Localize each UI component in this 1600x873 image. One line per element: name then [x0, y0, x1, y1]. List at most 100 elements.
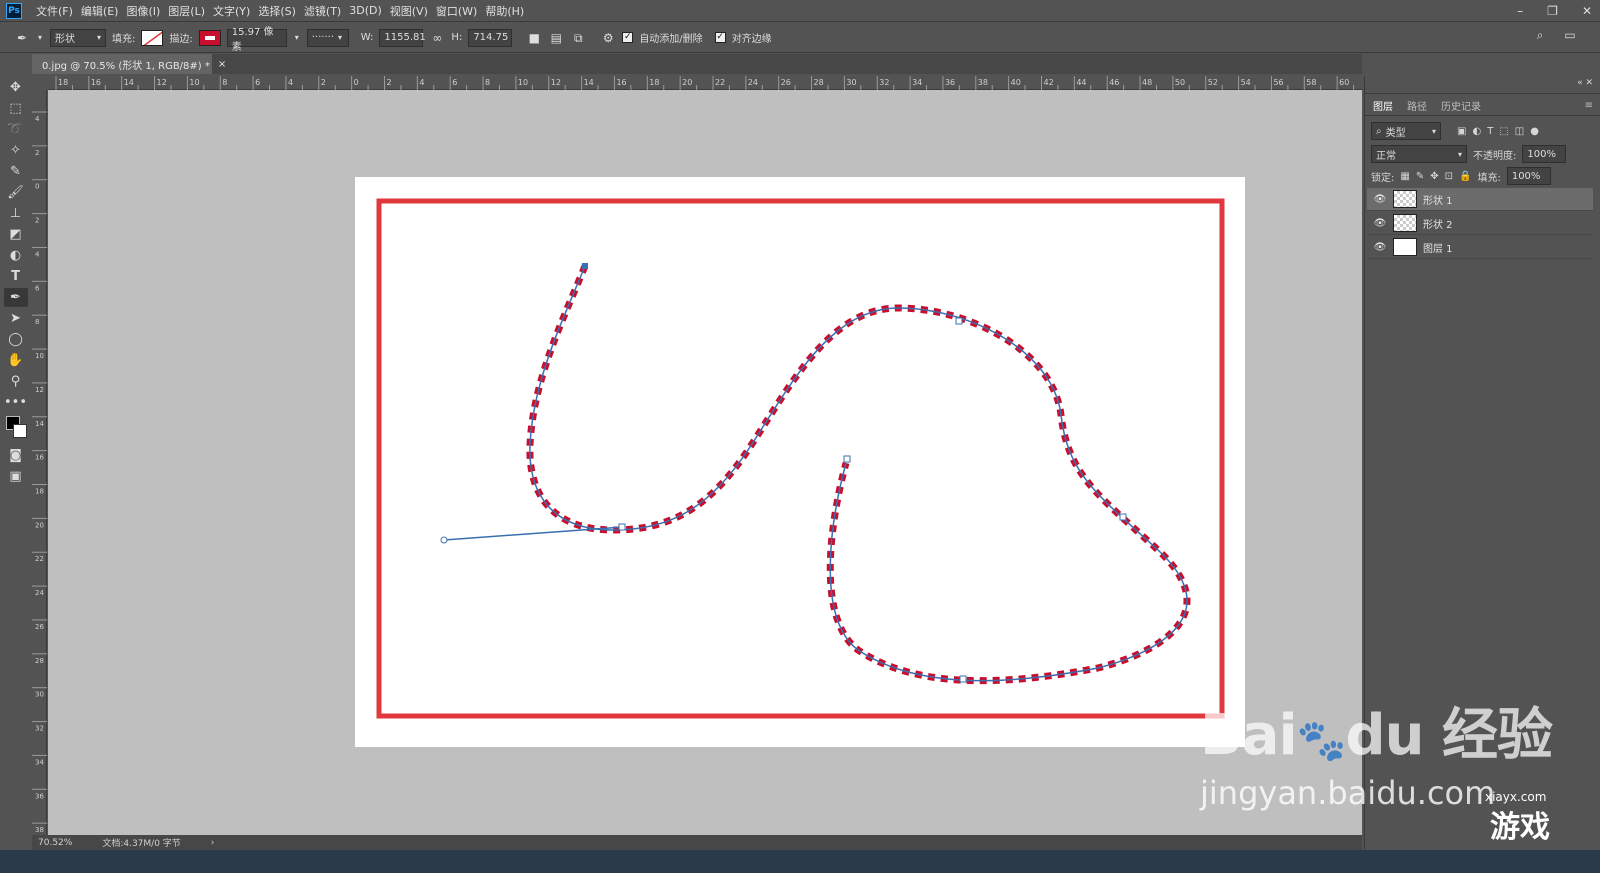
horizontal-ruler[interactable]: 18 16 14 12 10 8 6 4 2 0 2 4 6 8 10 12 14 16 18 20 22 24 26 28 3… — [48, 76, 1362, 90]
path-selection-tool-icon[interactable]: ➤ — [4, 309, 28, 328]
menu-edit[interactable]: 编辑(E) — [81, 3, 127, 19]
lock-artboard-icon[interactable]: ⊡ — [1445, 171, 1453, 182]
zoom-tool-icon[interactable]: ⚲ — [4, 372, 28, 391]
path-arrangement-icon[interactable]: ⧉ — [570, 30, 586, 46]
eraser-tool-icon[interactable]: ◩ — [4, 225, 28, 244]
path-alignment-icon[interactable]: ▤ — [548, 30, 564, 46]
more-tools-icon[interactable]: ••• — [4, 393, 28, 412]
ruler-label: 2 — [35, 217, 39, 225]
anchor-point[interactable] — [618, 523, 626, 531]
panel-menu-icon[interactable]: ≡ — [1585, 100, 1593, 111]
filter-adjustment-icon[interactable]: ◐ — [1472, 126, 1481, 137]
fill-swatch[interactable] — [141, 29, 164, 46]
gear-icon[interactable]: ⚙ — [600, 30, 616, 46]
menu-3d[interactable]: 3D(D) — [349, 4, 390, 17]
filter-type-icon[interactable]: T — [1487, 126, 1493, 137]
workspace-icon[interactable]: ▭ — [1562, 27, 1578, 43]
menu-layer[interactable]: 图层(L) — [168, 3, 213, 19]
search-icon[interactable]: ⌕ — [1532, 27, 1548, 43]
filter-pixel-icon[interactable]: ▣ — [1457, 126, 1466, 137]
tab-paths[interactable]: 路径 — [1407, 98, 1427, 113]
height-field[interactable]: 714.75 — [468, 28, 513, 47]
restore-icon[interactable]: ❐ — [1547, 4, 1558, 18]
filter-toggle-icon[interactable]: ● — [1530, 126, 1539, 137]
close-icon[interactable]: ✕ — [1582, 4, 1592, 18]
anchor-point[interactable] — [959, 675, 967, 683]
ruler-label: 38 — [978, 78, 988, 87]
vertical-ruler[interactable]: 4 2 0 2 4 6 8 10 12 14 16 18 20 22 24 26 28 30 32 34 36 38 — [32, 90, 47, 835]
anchor-point[interactable] — [843, 455, 851, 463]
layer-row[interactable]: 👁 形状 2 — [1367, 212, 1593, 235]
eye-icon[interactable]: 👁 — [1373, 218, 1387, 229]
ruler-label: 44 — [1076, 78, 1086, 87]
marquee-tool-icon[interactable]: ⬚ — [4, 99, 28, 118]
color-swatches[interactable] — [4, 414, 28, 444]
lasso-tool-icon[interactable]: ➰ — [4, 120, 28, 139]
pen-tool-icon[interactable]: ✒ — [3, 288, 28, 307]
tab-layers[interactable]: 图层 — [1373, 98, 1393, 113]
menu-view[interactable]: 视图(V) — [390, 3, 436, 19]
fill-field[interactable]: 100% — [1506, 167, 1551, 185]
menu-file[interactable]: 文件(F) — [36, 3, 81, 19]
stamp-tool-icon[interactable]: ⊥ — [4, 204, 28, 223]
ellipse-tool-icon[interactable]: ◯ — [4, 330, 28, 349]
eye-icon[interactable]: 👁 — [1373, 242, 1387, 253]
blend-row: 正常 ▾ 不透明度: 100% — [1367, 144, 1599, 164]
anchor-point[interactable] — [955, 317, 963, 325]
chevron-down-icon[interactable]: ▾ — [36, 30, 44, 46]
direction-handle-point[interactable] — [440, 536, 448, 544]
ruler-label: 20 — [35, 521, 44, 529]
collapse-panel-icon[interactable]: « ✕ — [1577, 78, 1593, 88]
type-tool-icon[interactable]: T — [4, 267, 28, 286]
align-edges-checkbox[interactable]: ✓ — [714, 32, 726, 43]
move-tool-icon[interactable]: ✥ — [4, 78, 28, 97]
screen-mode-icon[interactable]: ▣ — [4, 467, 28, 486]
chevron-right-icon[interactable]: › — [211, 838, 215, 848]
layer-row[interactable]: 👁 图层 1 — [1367, 236, 1593, 259]
canvas-area[interactable] — [48, 90, 1362, 835]
lock-all-icon[interactable]: 🔒 — [1459, 171, 1471, 182]
auto-add-checkbox[interactable]: ✓ — [622, 32, 634, 43]
blend-mode-select[interactable]: 正常 ▾ — [1371, 145, 1467, 163]
hand-tool-icon[interactable]: ✋ — [4, 351, 28, 370]
opacity-field[interactable]: 100% — [1522, 145, 1567, 163]
magic-wand-tool-icon[interactable]: ✧ — [4, 141, 28, 160]
chevron-down-icon[interactable]: ▾ — [293, 30, 301, 46]
filter-shape-icon[interactable]: ⬚ — [1499, 126, 1508, 137]
menu-type[interactable]: 文字(Y) — [213, 3, 258, 19]
anchor-point[interactable] — [1119, 513, 1127, 521]
eye-icon[interactable]: 👁 — [1373, 194, 1387, 205]
stroke-size-field[interactable]: 15.97 像素 — [226, 27, 287, 53]
lock-transparent-icon[interactable]: ▦ — [1400, 171, 1409, 182]
minimize-icon[interactable]: – — [1517, 4, 1523, 18]
layer-filter-select[interactable]: ⌕ 类型 ▾ — [1371, 122, 1441, 140]
menu-image[interactable]: 图像(I) — [126, 3, 168, 19]
quick-mask-icon[interactable]: ◙ — [4, 446, 28, 465]
pen-tool-icon[interactable]: ✒ — [14, 30, 30, 46]
tab-history[interactable]: 历史记录 — [1441, 98, 1481, 113]
paint-bucket-tool-icon[interactable]: ◐ — [4, 246, 28, 265]
path-operations-icon[interactable]: ■ — [526, 30, 542, 46]
document-canvas[interactable] — [48, 90, 1362, 835]
lock-pixels-icon[interactable]: ✎ — [1416, 171, 1424, 182]
menu-help[interactable]: 帮助(H) — [485, 3, 532, 19]
lock-position-icon[interactable]: ✥ — [1430, 171, 1438, 182]
menu-window[interactable]: 窗口(W) — [436, 3, 485, 19]
brush-tool-icon[interactable]: 🖌 — [4, 183, 28, 202]
layer-row[interactable]: 👁 形状 1 — [1367, 188, 1593, 211]
link-icon[interactable]: ∞ — [429, 30, 445, 46]
tool-mode-select[interactable]: 形状 ▾ — [50, 28, 106, 47]
filter-smart-object-icon[interactable]: ◫ — [1515, 126, 1524, 137]
eyedropper-tool-icon[interactable]: ✎ — [4, 162, 28, 181]
close-tab-icon[interactable]: × — [218, 59, 226, 70]
stroke-swatch[interactable] — [198, 29, 221, 46]
anchor-point[interactable] — [582, 263, 588, 269]
stroke-type-select[interactable]: ······· ▾ — [306, 28, 349, 47]
menu-select[interactable]: 选择(S) — [258, 3, 304, 19]
zoom-level[interactable]: 70.52% — [38, 838, 72, 848]
background-color-swatch[interactable] — [12, 424, 27, 438]
menu-filter[interactable]: 滤镜(T) — [304, 3, 349, 19]
document-tab[interactable]: 0.jpg @ 70.5% (形状 1, RGB/8#) * × — [32, 54, 226, 74]
ruler-label: 16 — [616, 78, 626, 87]
width-field[interactable]: 1155.81 — [379, 28, 426, 47]
